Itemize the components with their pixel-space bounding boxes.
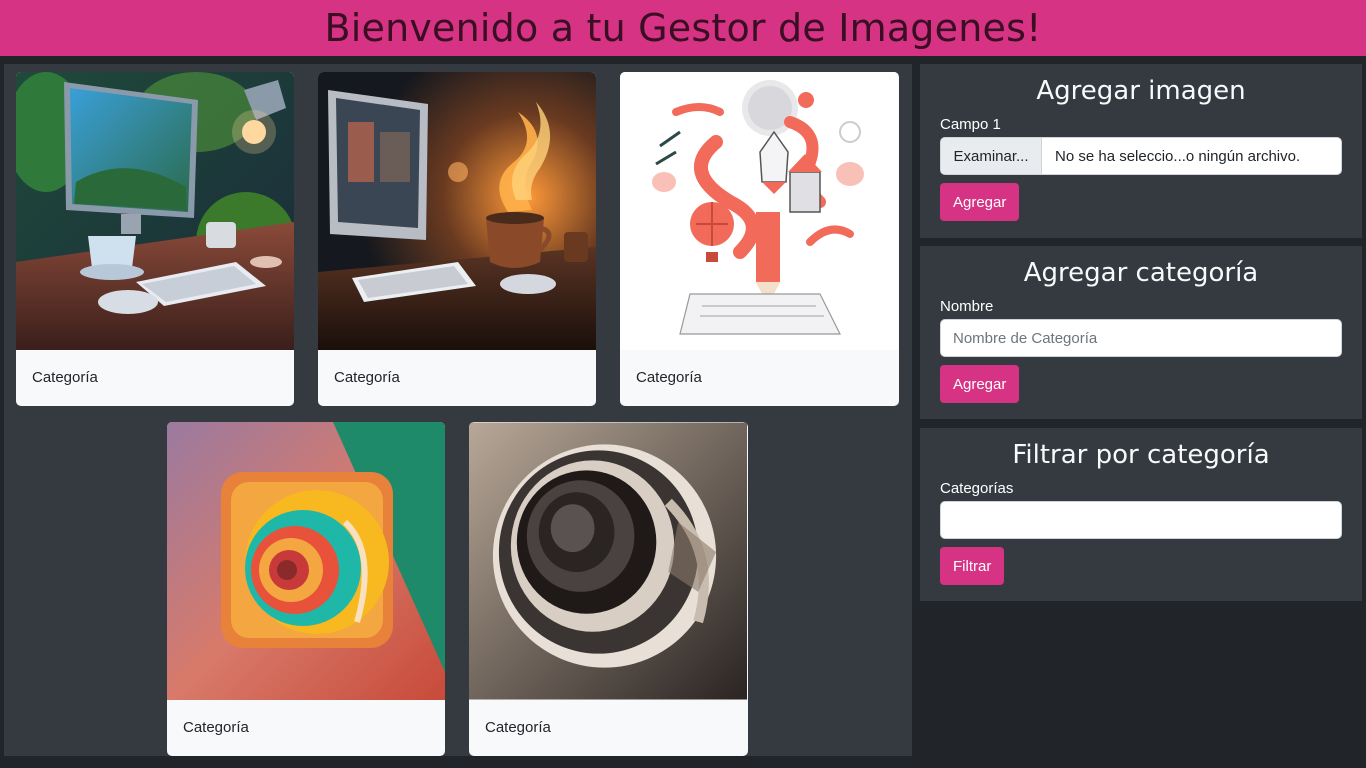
add-image-button[interactable]: Agregar — [940, 183, 1020, 221]
card-category-label: Categoría — [334, 369, 400, 386]
card-category-label: Categoría — [183, 719, 249, 736]
image-desk-coffee-steam[interactable] — [318, 72, 596, 350]
image-card[interactable]: Categoría — [167, 422, 445, 756]
file-input[interactable]: Examinar... No se ha seleccio...o ningún… — [940, 137, 1342, 175]
page-title: Bienvenido a tu Gestor de Imagenes! — [324, 6, 1042, 50]
file-status-text: No se ha seleccio...o ningún archivo. — [1055, 147, 1301, 165]
filter-panel: Filtrar por categoría Categorías Filtrar — [920, 428, 1362, 601]
category-name-label: Nombre — [940, 298, 994, 315]
file-field-label: Campo 1 — [940, 116, 1001, 133]
categories-input[interactable] — [940, 501, 1342, 539]
image-card[interactable]: Categoría — [620, 72, 899, 406]
add-category-title: Agregar categoría — [1023, 258, 1259, 288]
add-image-title: Agregar imagen — [1036, 76, 1246, 106]
category-name-placeholder: Nombre de Categoría — [953, 329, 1098, 347]
filter-button[interactable]: Filtrar — [940, 547, 1005, 585]
category-name-input[interactable]: Nombre de Categoría — [940, 319, 1342, 357]
header-bar: Bienvenido a tu Gestor de Imagenes! — [0, 0, 1366, 56]
image-abstract-color-swirl[interactable] — [167, 422, 445, 700]
image-card[interactable]: Categoría — [469, 422, 748, 756]
image-card[interactable]: Categoría — [16, 72, 294, 406]
filter-title: Filtrar por categoría — [1012, 440, 1270, 470]
add-category-button[interactable]: Agregar — [940, 365, 1020, 403]
card-category-label: Categoría — [32, 369, 98, 386]
image-desk-monitor-plants[interactable] — [16, 72, 294, 350]
image-pencil-illustration[interactable] — [620, 72, 898, 350]
browse-button[interactable]: Examinar... — [941, 138, 1042, 174]
add-category-panel: Agregar categoría Nombre Nombre de Categ… — [920, 246, 1362, 419]
image-abstract-paper-swirl[interactable] — [469, 422, 747, 700]
card-category-label: Categoría — [636, 369, 702, 386]
image-card[interactable]: Categoría — [318, 72, 596, 406]
add-image-panel: Agregar imagen Campo 1 Examinar... No se… — [920, 64, 1362, 238]
categories-label: Categorías — [940, 480, 1014, 497]
card-category-label: Categoría — [485, 719, 551, 736]
image-gallery: Categoría Categoría Categoría Categoría … — [4, 64, 912, 756]
